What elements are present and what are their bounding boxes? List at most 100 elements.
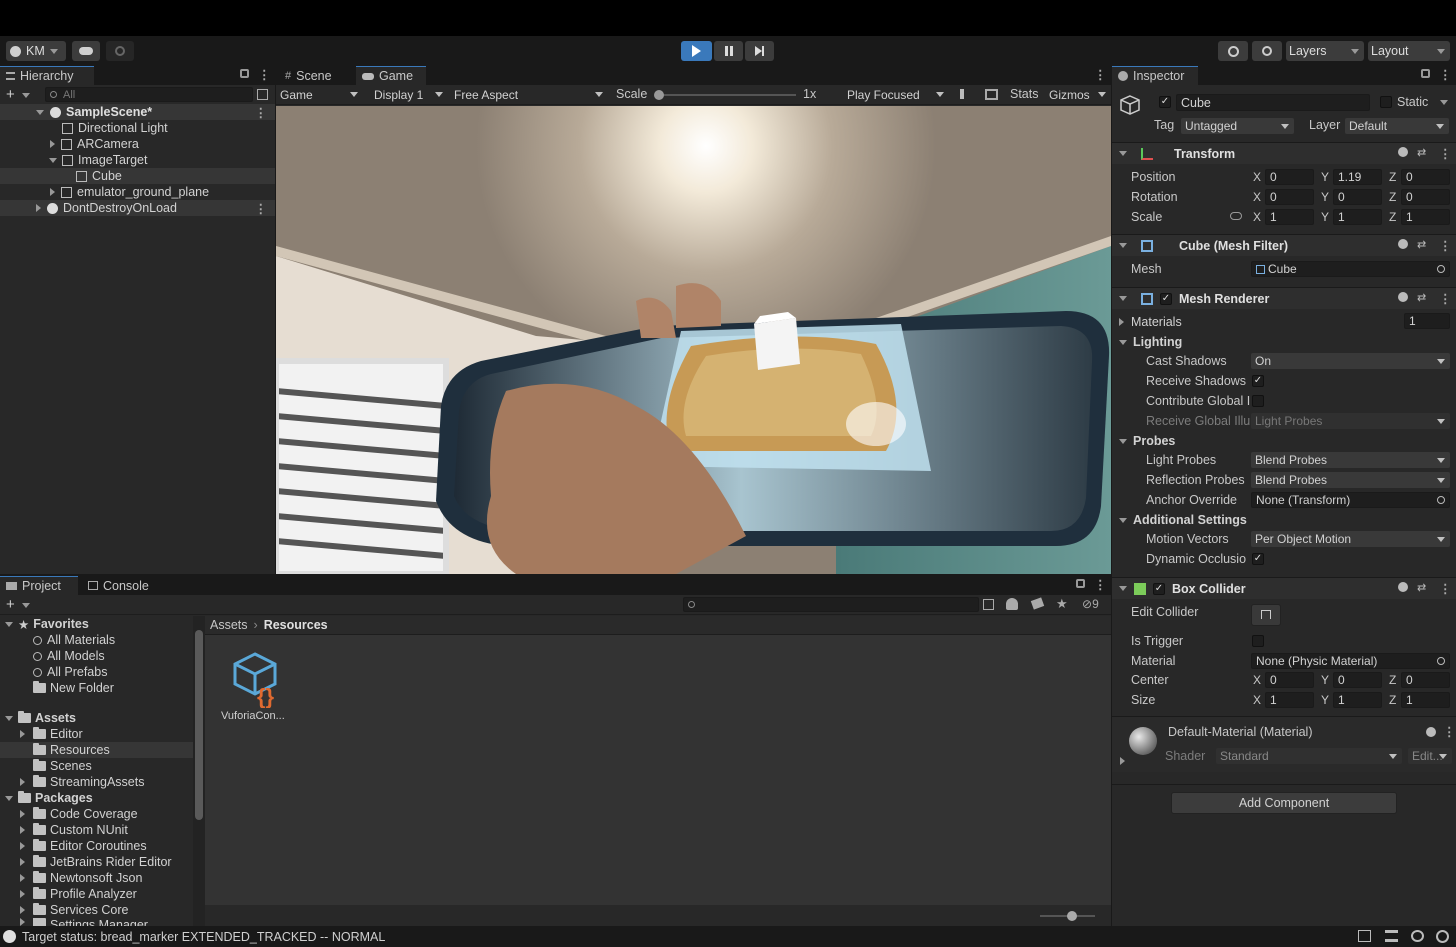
expand-arrow-icon[interactable] (20, 874, 25, 882)
search-by-type-icon[interactable] (983, 599, 994, 610)
chevron-down-icon[interactable] (1440, 100, 1448, 105)
play-button[interactable] (681, 41, 712, 61)
asset-item[interactable]: {} VuforiaCon... (219, 648, 289, 728)
scale-x-field[interactable]: 1 (1265, 209, 1314, 225)
search-button[interactable] (1252, 41, 1282, 61)
scale-z-field[interactable]: 1 (1401, 209, 1450, 225)
expand-arrow-icon[interactable] (50, 188, 55, 196)
expand-arrow-icon[interactable] (20, 906, 25, 914)
layers-dropdown[interactable]: Layers (1286, 41, 1364, 61)
add-component-button[interactable]: Add Component (1171, 792, 1397, 814)
help-icon[interactable] (1398, 582, 1408, 592)
rotation-z-field[interactable]: 0 (1401, 189, 1450, 205)
object-picker-icon[interactable] (1437, 657, 1445, 665)
shader-edit-button[interactable]: Edit... (1408, 748, 1452, 764)
breadcrumb-assets[interactable]: Assets (210, 618, 248, 632)
anchor-override-field[interactable]: None (Transform) (1251, 492, 1450, 508)
expand-arrow-icon[interactable] (5, 795, 13, 801)
expand-arrow-icon[interactable] (20, 918, 25, 926)
lock-icon[interactable] (1421, 69, 1430, 78)
pause-button[interactable] (714, 41, 743, 61)
center-x-field[interactable]: 0 (1265, 672, 1314, 688)
lighting-foldout[interactable]: Lighting (1119, 334, 1182, 350)
size-y-field[interactable]: 1 (1333, 692, 1382, 708)
star-icon[interactable]: ★ (1056, 596, 1068, 612)
expand-arrow-icon[interactable] (20, 826, 25, 834)
lock-icon[interactable] (240, 69, 249, 78)
more-menu-icon[interactable]: ⋮ (1439, 238, 1452, 253)
favorite-item[interactable]: All Materials (0, 632, 193, 648)
more-menu-icon[interactable]: ⋮ (1443, 724, 1456, 739)
position-x-field[interactable]: 0 (1265, 169, 1314, 185)
package-row[interactable]: Newtonsoft Json (0, 870, 193, 886)
play-focused-dropdown[interactable]: Play Focused (843, 86, 949, 103)
favorites-row[interactable]: ★ Favorites (0, 616, 193, 632)
expand-arrow-icon[interactable] (20, 810, 25, 818)
scale-y-field[interactable]: 1 (1333, 209, 1382, 225)
add-icon[interactable]: + (6, 596, 15, 613)
cast-shadows-dropdown[interactable]: On (1251, 353, 1450, 369)
asset-folder-row[interactable]: StreamingAssets (0, 774, 193, 790)
expand-arrow-icon[interactable] (50, 140, 55, 148)
assets-row[interactable]: Assets (0, 710, 193, 726)
more-menu-icon[interactable]: ⋮ (1094, 577, 1107, 592)
expand-arrow-icon[interactable] (20, 730, 25, 738)
preset-icon[interactable]: ⇄ (1417, 581, 1426, 594)
probes-foldout[interactable]: Probes (1119, 433, 1175, 449)
more-menu-icon[interactable]: ⋮ (1439, 581, 1452, 596)
transform-header[interactable]: Transform ⇄ ⋮ (1112, 142, 1456, 164)
packages-row[interactable]: Packages (0, 790, 193, 806)
layer-dropdown[interactable]: Default (1345, 118, 1449, 134)
object-picker-icon[interactable] (1437, 265, 1445, 273)
help-icon[interactable] (1398, 292, 1408, 302)
icon-size-slider-handle[interactable] (1067, 911, 1077, 921)
center-y-field[interactable]: 0 (1333, 672, 1382, 688)
help-icon[interactable] (1398, 239, 1408, 249)
position-z-field[interactable]: 0 (1401, 169, 1450, 185)
static-checkbox[interactable] (1380, 96, 1392, 108)
favorite-item[interactable]: All Models (0, 648, 193, 664)
game-viewport[interactable] (276, 106, 1111, 574)
expand-arrow-icon[interactable] (5, 715, 13, 721)
tree-row-imagetarget[interactable]: ImageTarget (0, 152, 275, 168)
hierarchy-search-input[interactable]: All (45, 87, 253, 102)
cloud-button[interactable] (72, 41, 100, 61)
tree-row-cube[interactable]: Cube (0, 168, 275, 184)
scale-slider-track[interactable] (656, 94, 796, 96)
expand-arrow-icon[interactable] (20, 842, 25, 850)
folder-tree-scrollbar[interactable] (193, 616, 205, 926)
progress-check-icon[interactable] (1436, 930, 1449, 943)
center-z-field[interactable]: 0 (1401, 672, 1450, 688)
size-z-field[interactable]: 1 (1401, 692, 1450, 708)
tree-row-ground-plane[interactable]: emulator_ground_plane (0, 184, 275, 200)
favorite-item[interactable]: All Prefabs (0, 664, 193, 680)
mesh-renderer-enabled-checkbox[interactable]: ✓ (1160, 292, 1172, 305)
project-search-input[interactable] (683, 597, 979, 612)
package-row[interactable]: JetBrains Rider Editor (0, 854, 193, 870)
tab-inspector[interactable]: Inspector (1112, 66, 1198, 85)
aspect-dropdown[interactable]: Free Aspect (450, 86, 608, 103)
audio-icon[interactable] (960, 89, 970, 99)
asset-folder-row[interactable]: Resources (0, 742, 193, 758)
tree-row-dontdestroy[interactable]: DontDestroyOnLoad ⋮ (0, 200, 275, 216)
tab-project[interactable]: Project (0, 576, 78, 595)
mesh-filter-header[interactable]: Cube (Mesh Filter) ⇄ ⋮ (1112, 234, 1456, 256)
help-icon[interactable] (1426, 727, 1436, 737)
tree-row-scene[interactable]: SampleScene* ⋮ (0, 104, 275, 120)
mesh-field[interactable]: Cube (1251, 261, 1450, 277)
stats-button[interactable]: Stats (1010, 87, 1039, 101)
active-checkbox[interactable]: ✓ (1159, 96, 1171, 108)
is-trigger-checkbox[interactable] (1252, 635, 1264, 647)
hidden-packages-toggle[interactable]: ⊘9 (1082, 597, 1099, 611)
dynamic-occlusion-checkbox[interactable]: ✓ (1252, 553, 1264, 565)
label-icon[interactable] (1030, 597, 1045, 610)
history-button[interactable] (1218, 41, 1248, 61)
tab-game[interactable]: Game (356, 66, 426, 85)
layers-stack-icon[interactable] (1385, 930, 1398, 942)
shader-dropdown[interactable]: Standard (1216, 748, 1402, 764)
scale-slider-handle[interactable] (654, 90, 664, 100)
object-picker-icon[interactable] (1437, 496, 1445, 504)
tab-scene[interactable]: # Scene (279, 66, 338, 85)
more-menu-icon[interactable]: ⋮ (1094, 67, 1107, 82)
additional-settings-foldout[interactable]: Additional Settings (1119, 512, 1247, 528)
